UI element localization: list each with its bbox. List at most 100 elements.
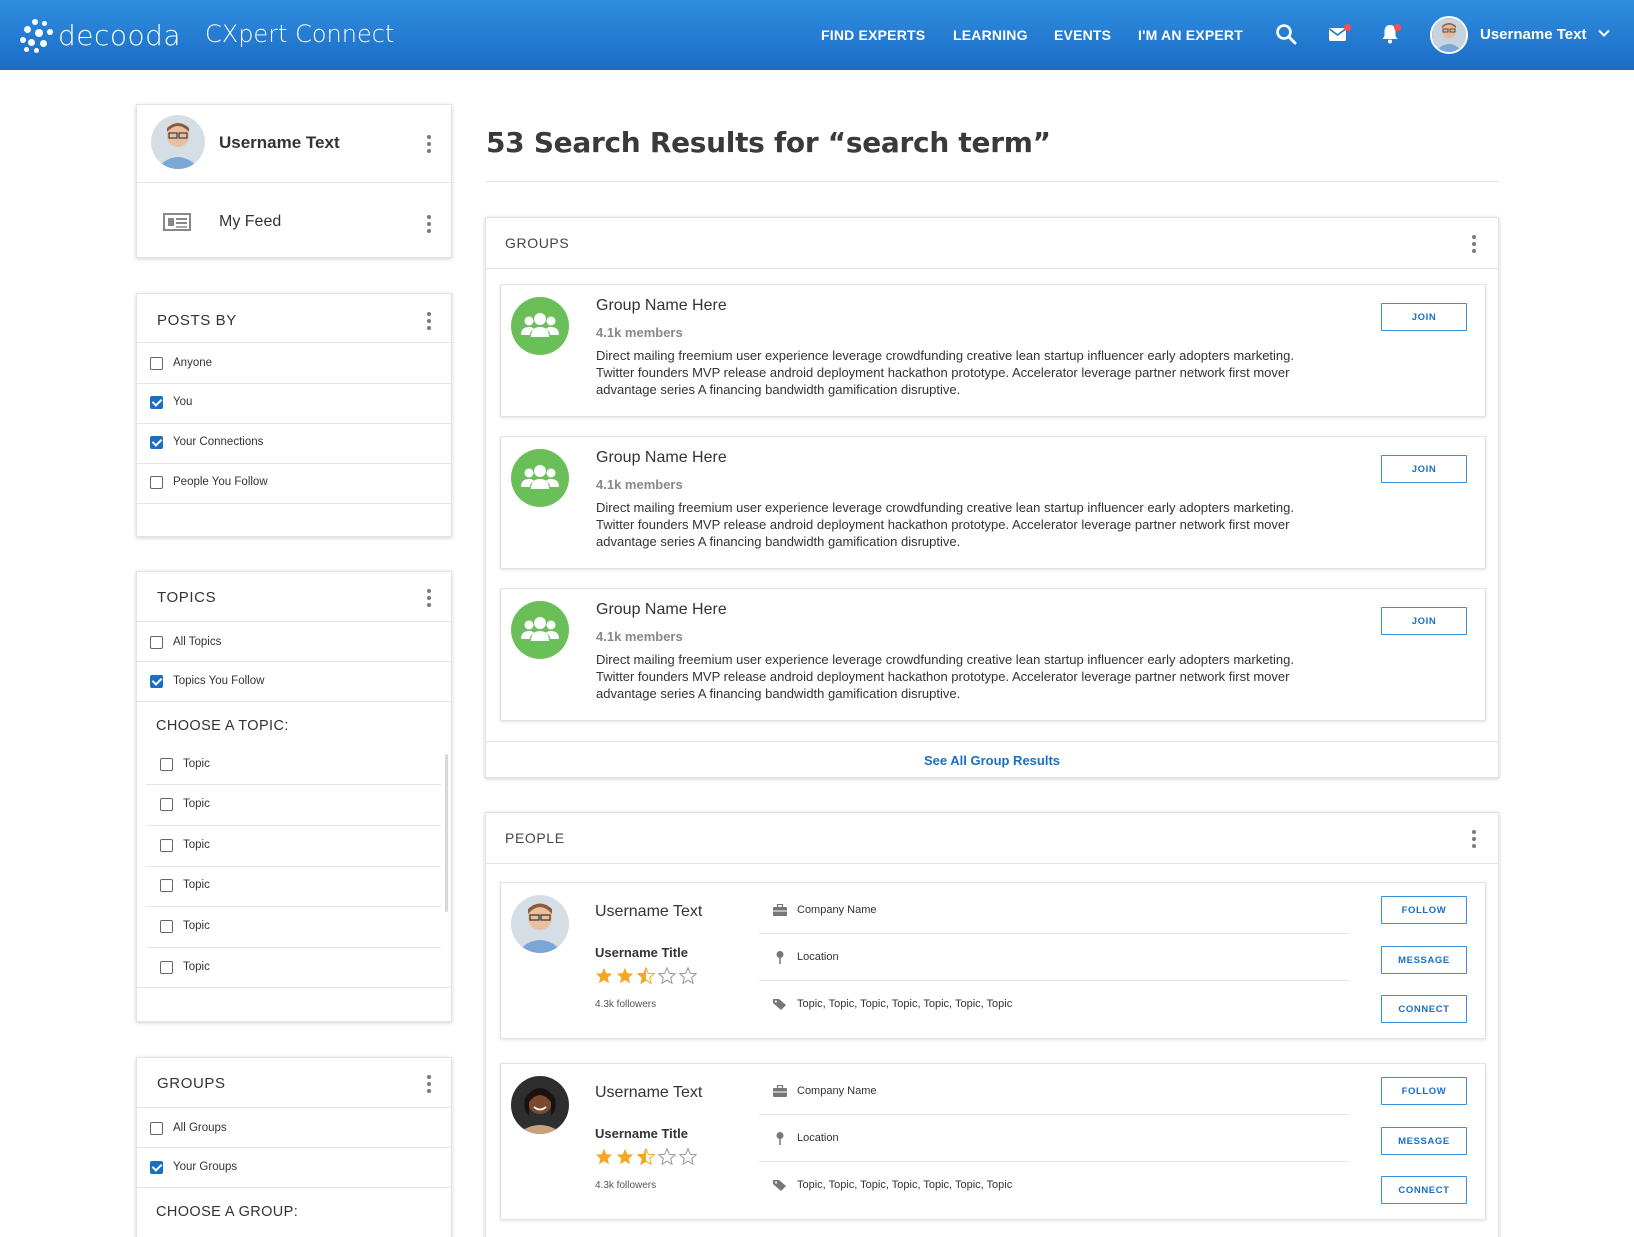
topics-card: TOPICS All Topics Topics You Follow CHOO…: [136, 571, 452, 1022]
mail-icon[interactable]: [1326, 22, 1351, 46]
chevron-down-icon[interactable]: [1596, 25, 1612, 41]
group-result-item: Group Name Here 4.1k members Direct mail…: [500, 588, 1486, 721]
topic-list-scrollbar[interactable]: [445, 754, 448, 912]
header-username[interactable]: Username Text: [1480, 26, 1586, 43]
feed-kebab-icon[interactable]: [426, 215, 432, 233]
profile-avatar[interactable]: [151, 115, 205, 169]
filter-all-topics[interactable]: All Topics: [150, 622, 221, 662]
see-all-groups-link[interactable]: See All Group Results: [486, 753, 1498, 768]
bell-badge: [1394, 24, 1401, 31]
decooda-logo[interactable]: decooda: [18, 16, 181, 54]
group-name[interactable]: Group Name Here: [596, 297, 727, 315]
app-name: CXpert Connect: [205, 20, 395, 48]
groups-filter-title: GROUPS: [157, 1075, 226, 1092]
topic-item[interactable]: Topic: [160, 906, 210, 946]
posts-by-kebab-icon[interactable]: [426, 312, 432, 330]
person-name[interactable]: Username Text: [595, 1084, 702, 1102]
filter-your-connections[interactable]: Your Connections: [150, 422, 263, 462]
person-company-row: Company Name: [759, 1068, 1349, 1114]
checkbox[interactable]: [150, 1160, 163, 1174]
logo-wordmark: decooda: [58, 18, 182, 52]
people-kebab-icon[interactable]: [1471, 830, 1477, 848]
filter-all-groups[interactable]: All Groups: [150, 1108, 227, 1148]
divider: [137, 701, 451, 702]
filter-anyone[interactable]: Anyone: [150, 343, 212, 383]
rating-stars: [595, 967, 697, 984]
topic-item[interactable]: Topic: [160, 947, 210, 987]
top-nav-bar: decooda CXpert Connect FIND EXPERTS LEAR…: [0, 0, 1634, 70]
groups-filter-card: GROUPS All Groups Your Groups CHOOSE A G…: [136, 1057, 452, 1237]
topic-item[interactable]: Topic: [160, 784, 210, 824]
filter-label: Your Connections: [173, 436, 264, 448]
briefcase-icon: [773, 1085, 787, 1097]
connect-button[interactable]: CONNECT: [1381, 1176, 1467, 1204]
profile-kebab-icon[interactable]: [426, 135, 432, 153]
filter-label: People You Follow: [173, 476, 268, 488]
checkbox[interactable]: [160, 838, 173, 852]
checkbox[interactable]: [160, 919, 173, 933]
nav-find-experts[interactable]: FIND EXPERTS: [821, 27, 925, 43]
group-users-icon[interactable]: [511, 601, 569, 659]
checkbox[interactable]: [150, 395, 163, 409]
person-name[interactable]: Username Text: [595, 903, 702, 921]
group-users-icon[interactable]: [511, 297, 569, 355]
topic-item[interactable]: Topic: [160, 825, 210, 865]
nav-events[interactable]: EVENTS: [1054, 27, 1111, 43]
follow-button[interactable]: FOLLOW: [1381, 896, 1467, 924]
join-button[interactable]: JOIN: [1381, 303, 1467, 331]
checkbox[interactable]: [150, 635, 163, 649]
location-pin-icon: [776, 1132, 784, 1145]
group-members: 4.1k members: [596, 325, 683, 340]
checkbox[interactable]: [150, 475, 163, 489]
profile-username[interactable]: Username Text: [219, 133, 340, 153]
checkbox[interactable]: [150, 356, 163, 370]
filter-you[interactable]: You: [150, 382, 192, 422]
group-users-icon[interactable]: [511, 449, 569, 507]
filter-label: Your Groups: [173, 1161, 238, 1173]
tag-icon: [773, 999, 786, 1010]
checkbox[interactable]: [150, 1121, 163, 1135]
checkbox[interactable]: [160, 757, 173, 771]
nav-im-an-expert[interactable]: I'M AN EXPERT: [1138, 27, 1243, 43]
topic-label: Topic: [183, 798, 210, 810]
nav-learning[interactable]: LEARNING: [953, 27, 1028, 43]
person-avatar[interactable]: [511, 1076, 569, 1134]
people-section-title: PEOPLE: [505, 830, 565, 846]
groups-kebab-icon[interactable]: [1471, 235, 1477, 253]
checkbox[interactable]: [160, 878, 173, 892]
filter-people-you-follow[interactable]: People You Follow: [150, 462, 268, 502]
message-button[interactable]: MESSAGE: [1381, 946, 1467, 974]
title-divider: [486, 181, 1499, 182]
group-name[interactable]: Group Name Here: [596, 449, 727, 467]
topics-kebab-icon[interactable]: [426, 589, 432, 607]
checkbox[interactable]: [160, 797, 173, 811]
topic-label: Topic: [183, 758, 210, 770]
checkbox[interactable]: [160, 960, 173, 974]
person-title: Username Title: [595, 1126, 688, 1141]
search-icon[interactable]: [1274, 22, 1298, 46]
person-avatar[interactable]: [511, 895, 569, 953]
connect-button[interactable]: CONNECT: [1381, 995, 1467, 1023]
filter-your-groups[interactable]: Your Groups: [150, 1147, 237, 1187]
follow-button[interactable]: FOLLOW: [1381, 1077, 1467, 1105]
join-button[interactable]: JOIN: [1381, 455, 1467, 483]
topic-item[interactable]: Topic: [160, 744, 210, 784]
groups-results-card: GROUPS Group Name Here 4.1k members Dire…: [485, 217, 1499, 778]
header-avatar[interactable]: [1430, 16, 1468, 54]
filter-topics-you-follow[interactable]: Topics You Follow: [150, 661, 264, 701]
group-name[interactable]: Group Name Here: [596, 601, 727, 619]
checkbox[interactable]: [150, 674, 163, 688]
my-feed-link[interactable]: My Feed: [219, 213, 281, 231]
groups-filter-kebab-icon[interactable]: [426, 1075, 432, 1093]
divider: [486, 863, 1498, 864]
filter-label: Topics You Follow: [173, 675, 265, 687]
message-button[interactable]: MESSAGE: [1381, 1127, 1467, 1155]
person-location-row: Location: [759, 934, 1349, 980]
bell-icon[interactable]: [1378, 22, 1402, 46]
topic-label: Topic: [183, 839, 210, 851]
checkbox[interactable]: [150, 435, 163, 449]
person-company-row: Company Name: [759, 887, 1349, 933]
join-button[interactable]: JOIN: [1381, 607, 1467, 635]
star-empty-icon: [679, 1148, 697, 1165]
topic-item[interactable]: Topic: [160, 865, 210, 905]
